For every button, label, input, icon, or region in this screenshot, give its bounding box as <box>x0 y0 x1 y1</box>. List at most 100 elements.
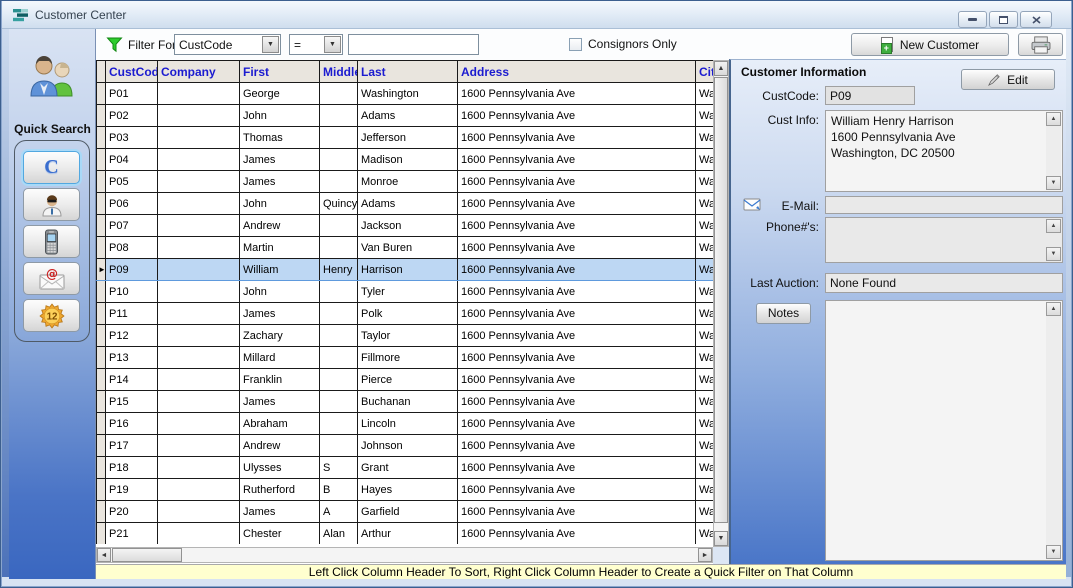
filter-operator-select[interactable]: = ▼ <box>289 34 343 55</box>
cell-city[interactable]: Washington <box>696 325 714 347</box>
row-selector[interactable] <box>97 369 106 391</box>
cell-first[interactable]: James <box>240 171 320 193</box>
cell-company[interactable] <box>158 303 240 325</box>
cell-city[interactable]: Washington <box>696 523 714 545</box>
cell-company[interactable] <box>158 83 240 105</box>
quick-search-phone-button[interactable] <box>23 225 80 258</box>
table-row[interactable]: P01GeorgeWashington1600 Pennsylvania Ave… <box>97 83 714 105</box>
vertical-scroll-thumb[interactable] <box>714 77 728 523</box>
cell-company[interactable] <box>158 435 240 457</box>
custcode-field[interactable]: P09 <box>825 86 915 105</box>
row-selector[interactable] <box>97 325 106 347</box>
cell-last[interactable]: Garfield <box>358 501 458 523</box>
cell-first[interactable]: John <box>240 105 320 127</box>
table-row[interactable]: ►P09WilliamHenryHarrison1600 Pennsylvani… <box>97 259 714 281</box>
table-row[interactable]: P10JohnTyler1600 Pennsylvania AveWashing… <box>97 281 714 303</box>
consignors-only-option[interactable]: Consignors Only <box>569 37 677 51</box>
cell-city[interactable]: Washington <box>696 215 714 237</box>
cell-company[interactable] <box>158 171 240 193</box>
cell-middle[interactable] <box>320 281 358 303</box>
cell-middle[interactable]: Quincy <box>320 193 358 215</box>
row-selector[interactable] <box>97 457 106 479</box>
cell-last[interactable]: Van Buren <box>358 237 458 259</box>
cell-company[interactable] <box>158 237 240 259</box>
cell-city[interactable]: Washington <box>696 237 714 259</box>
filter-value-input[interactable] <box>348 34 479 55</box>
row-selector[interactable] <box>97 391 106 413</box>
table-row[interactable]: P15JamesBuchanan1600 Pennsylvania AveWas… <box>97 391 714 413</box>
cell-address[interactable]: 1600 Pennsylvania Ave <box>458 391 696 413</box>
row-selector[interactable] <box>97 501 106 523</box>
cell-first[interactable]: Millard <box>240 347 320 369</box>
cell-address[interactable]: 1600 Pennsylvania Ave <box>458 171 696 193</box>
cell-custcode[interactable]: P20 <box>106 501 158 523</box>
cell-custcode[interactable]: P03 <box>106 127 158 149</box>
scroll-up-button[interactable]: ▲ <box>714 61 728 76</box>
cell-last[interactable]: Polk <box>358 303 458 325</box>
last-auction-field[interactable]: None Found <box>825 273 1063 293</box>
scroll-right-button[interactable]: ► <box>698 548 712 562</box>
cell-first[interactable]: Franklin <box>240 369 320 391</box>
table-row[interactable]: P04JamesMadison1600 Pennsylvania AveWash… <box>97 149 714 171</box>
table-row[interactable]: P11JamesPolk1600 Pennsylvania AveWashing… <box>97 303 714 325</box>
column-header-custcode[interactable]: CustCode <box>106 61 158 83</box>
table-row[interactable]: P07AndrewJackson1600 Pennsylvania AveWas… <box>97 215 714 237</box>
cell-address[interactable]: 1600 Pennsylvania Ave <box>458 237 696 259</box>
scroll-down-button[interactable]: ▼ <box>1046 176 1061 190</box>
row-selector[interactable] <box>97 413 106 435</box>
cell-address[interactable]: 1600 Pennsylvania Ave <box>458 193 696 215</box>
cell-last[interactable]: Hayes <box>358 479 458 501</box>
cell-custcode[interactable]: P18 <box>106 457 158 479</box>
cell-city[interactable]: Washington <box>696 127 714 149</box>
cell-custcode[interactable]: P01 <box>106 83 158 105</box>
cell-custcode[interactable]: P14 <box>106 369 158 391</box>
scroll-up-button[interactable]: ▲ <box>1046 219 1061 233</box>
cell-company[interactable] <box>158 105 240 127</box>
cell-city[interactable]: Washington <box>696 259 714 281</box>
minimize-button[interactable] <box>958 11 987 28</box>
cell-custcode[interactable]: P02 <box>106 105 158 127</box>
cust-info-scrollbar[interactable]: ▲ ▼ <box>1046 112 1061 190</box>
cell-first[interactable]: James <box>240 501 320 523</box>
row-selector[interactable] <box>97 171 106 193</box>
cell-custcode[interactable]: P17 <box>106 435 158 457</box>
cell-middle[interactable]: A <box>320 501 358 523</box>
cell-first[interactable]: James <box>240 303 320 325</box>
cell-first[interactable]: Zachary <box>240 325 320 347</box>
cell-middle[interactable] <box>320 171 358 193</box>
column-header-city[interactable]: City <box>696 61 714 83</box>
cell-custcode[interactable]: P12 <box>106 325 158 347</box>
cell-address[interactable]: 1600 Pennsylvania Ave <box>458 369 696 391</box>
cell-city[interactable]: Washington <box>696 171 714 193</box>
cell-first[interactable]: James <box>240 391 320 413</box>
column-header-last[interactable]: Last <box>358 61 458 83</box>
scroll-up-button[interactable]: ▲ <box>1046 302 1061 316</box>
cell-city[interactable]: Washington <box>696 193 714 215</box>
cell-city[interactable]: Washington <box>696 83 714 105</box>
cell-last[interactable]: Buchanan <box>358 391 458 413</box>
cell-first[interactable]: James <box>240 149 320 171</box>
cell-company[interactable] <box>158 501 240 523</box>
cell-city[interactable]: Washington <box>696 435 714 457</box>
new-customer-button[interactable]: New Customer <box>851 33 1009 56</box>
cell-first[interactable]: Andrew <box>240 435 320 457</box>
row-selector[interactable] <box>97 105 106 127</box>
cell-last[interactable]: Jefferson <box>358 127 458 149</box>
quick-search-auction-button[interactable]: 12 <box>23 299 80 332</box>
cell-last[interactable]: Monroe <box>358 171 458 193</box>
consignors-only-checkbox[interactable] <box>569 38 582 51</box>
phone-scrollbar[interactable]: ▲ ▼ <box>1046 219 1061 261</box>
cell-address[interactable]: 1600 Pennsylvania Ave <box>458 457 696 479</box>
cell-last[interactable]: Adams <box>358 193 458 215</box>
cell-company[interactable] <box>158 215 240 237</box>
cell-middle[interactable]: B <box>320 479 358 501</box>
table-row[interactable]: P18UlyssesSGrant1600 Pennsylvania AveWas… <box>97 457 714 479</box>
cell-last[interactable]: Lincoln <box>358 413 458 435</box>
cell-middle[interactable] <box>320 325 358 347</box>
cell-address[interactable]: 1600 Pennsylvania Ave <box>458 325 696 347</box>
cell-last[interactable]: Harrison <box>358 259 458 281</box>
cell-middle[interactable] <box>320 391 358 413</box>
cell-custcode[interactable]: P21 <box>106 523 158 545</box>
table-row[interactable]: P17AndrewJohnson1600 Pennsylvania AveWas… <box>97 435 714 457</box>
cell-last[interactable]: Tyler <box>358 281 458 303</box>
